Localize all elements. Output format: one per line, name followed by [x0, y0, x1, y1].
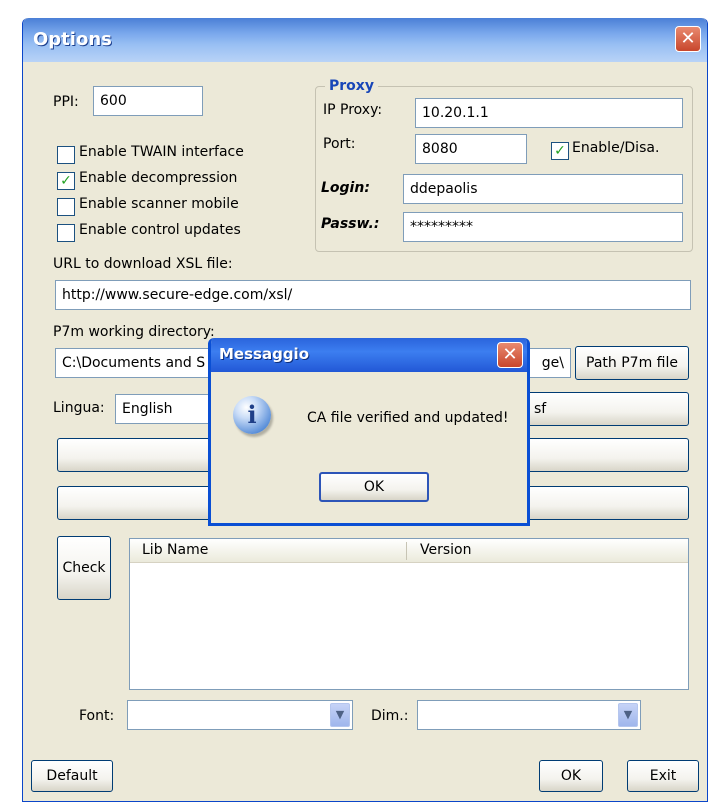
lib-list[interactable]: Lib Name Version [129, 538, 689, 690]
exit-button[interactable]: Exit [627, 760, 699, 792]
message-dialog: Messaggio ✕ i CA file verified and updat… [208, 338, 530, 526]
check-button[interactable]: Check [57, 536, 111, 600]
ip-proxy-label: IP Proxy: [323, 102, 383, 118]
twain-checkbox[interactable] [57, 146, 75, 164]
column-divider [406, 542, 407, 560]
control-updates-checkbox[interactable] [57, 224, 75, 242]
lib-list-header: Lib Name Version [130, 539, 688, 563]
xsl-url-label: URL to download XSL file: [53, 256, 233, 272]
close-icon: ✕ [502, 344, 518, 365]
font-dropdown-arrow-icon[interactable]: ▼ [330, 703, 350, 727]
close-icon: ✕ [680, 28, 696, 49]
port-input[interactable]: 8080 [415, 134, 527, 164]
lingua-label: Lingua: [53, 400, 105, 416]
dim-dropdown-arrow-icon[interactable]: ▼ [618, 703, 638, 727]
password-label: Passw.: [321, 216, 380, 232]
proxy-group-label: Proxy [325, 78, 378, 94]
ip-proxy-input[interactable]: 10.20.1.1 [415, 98, 683, 128]
path-p7m-button[interactable]: Path P7m file [575, 346, 689, 380]
scanner-mobile-checkbox[interactable] [57, 198, 75, 216]
proxy-enable-label: Enable/Disa. [572, 140, 660, 156]
password-input[interactable]: ********* [403, 212, 683, 242]
dialog-message: CA file verified and updated! [307, 410, 509, 426]
login-input[interactable]: ddepaolis [403, 174, 683, 204]
window-close-button[interactable]: ✕ [675, 26, 701, 52]
twain-label: Enable TWAIN interface [79, 144, 244, 160]
font-label: Font: [79, 708, 115, 724]
dialog-title: Messaggio [219, 345, 309, 363]
col-version[interactable]: Version [420, 542, 471, 558]
scanner-mobile-label: Enable scanner mobile [79, 196, 239, 212]
ppi-input[interactable]: 600 [93, 86, 203, 116]
dim-select[interactable]: ▼ [417, 700, 641, 730]
p7m-dir-value-left: C:\Documents and S [62, 355, 206, 371]
control-updates-label: Enable control updates [79, 222, 241, 238]
ppi-label: PPI: [53, 94, 79, 110]
login-label: Login: [321, 180, 370, 196]
ok-button[interactable]: OK [539, 760, 603, 792]
lingua-side-button[interactable]: sf [523, 392, 689, 426]
port-label: Port: [323, 136, 356, 152]
font-select[interactable]: ▼ [127, 700, 353, 730]
proxy-enable-checkbox[interactable]: ✓ [551, 142, 569, 160]
window-title: Options [33, 29, 112, 50]
dialog-close-button[interactable]: ✕ [497, 342, 523, 368]
col-lib-name[interactable]: Lib Name [142, 542, 208, 558]
p7m-dir-value-right: ge\ [541, 355, 564, 371]
p7m-dir-label: P7m working directory: [53, 324, 215, 340]
default-button[interactable]: Default [31, 760, 113, 792]
decompression-checkbox[interactable]: ✓ [57, 172, 75, 190]
info-icon: i [233, 396, 271, 434]
xsl-url-input[interactable]: http://www.secure-edge.com/xsl/ [55, 280, 691, 310]
dialog-ok-button[interactable]: OK [319, 472, 429, 502]
title-bar[interactable]: Options ✕ [23, 18, 707, 62]
dim-label: Dim.: [371, 708, 409, 724]
decompression-label: Enable decompression [79, 170, 238, 186]
dialog-title-bar[interactable]: Messaggio ✕ [211, 338, 527, 372]
